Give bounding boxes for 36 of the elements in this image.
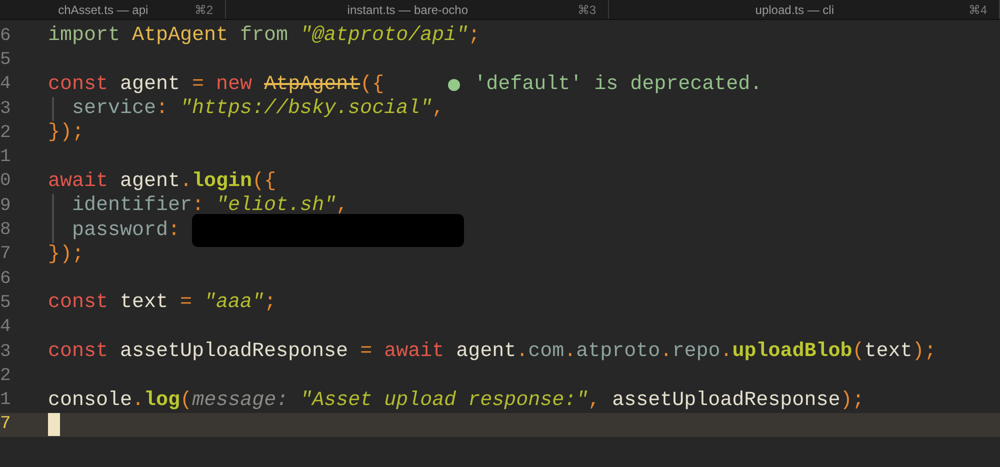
- shortcut-label: ⌘4: [968, 2, 987, 16]
- code-line: import AtpAgent from "@atproto/api";: [48, 23, 480, 50]
- line-number: 6: [0, 24, 12, 48]
- editor-tab[interactable]: chAsset.ts — api ⌘2: [0, 0, 226, 19]
- line-number: 7: [0, 243, 12, 266]
- line-number: 2: [0, 122, 12, 145]
- line-number: 9: [0, 194, 12, 218]
- editor-tab[interactable]: upload.ts — cli ⌘4: [609, 0, 1000, 19]
- code-line: password:: [72, 218, 180, 244]
- code-line: identifier: "eliot.sh",: [72, 193, 348, 220]
- line-number: 5: [0, 48, 12, 72]
- code-line: service: "https://bsky.social",: [72, 96, 444, 122]
- line-number: 8: [0, 219, 12, 242]
- line-number: 3: [0, 98, 12, 121]
- line-number: 3: [0, 340, 12, 364]
- code-line: const agent = new AtpAgent({: [48, 72, 384, 98]
- line-number: 4: [0, 316, 12, 340]
- editor-tab[interactable]: instant.ts — bare-ocho ⌘3: [226, 0, 609, 19]
- code-line: console.log(message: "Asset upload response:", assetUploadResponse);: [48, 388, 864, 414]
- text-cursor: [48, 413, 60, 436]
- diagnostic-message: 'default' is deprecated.: [474, 72, 762, 98]
- code-line: });: [48, 120, 84, 146]
- line-number: 2: [0, 364, 12, 388]
- shortcut-label: ⌘2: [194, 2, 213, 16]
- shortcut-label: ⌘3: [577, 2, 596, 16]
- line-number: 1: [0, 146, 12, 170]
- code-line: const assetUploadResponse = await agent.com.atproto.repo.uploadBlob(text);: [48, 339, 936, 366]
- code-line: const text = "aaa";: [48, 290, 276, 316]
- line-number: 4: [0, 73, 12, 96]
- line-number: 0: [0, 170, 12, 194]
- code-line: await agent.login({: [48, 168, 276, 195]
- line-number: 6: [0, 268, 12, 291]
- line-number: 7: [0, 413, 12, 436]
- line-number: 1: [0, 389, 12, 412]
- line-number: 5: [0, 292, 12, 315]
- code-line: });: [48, 242, 84, 268]
